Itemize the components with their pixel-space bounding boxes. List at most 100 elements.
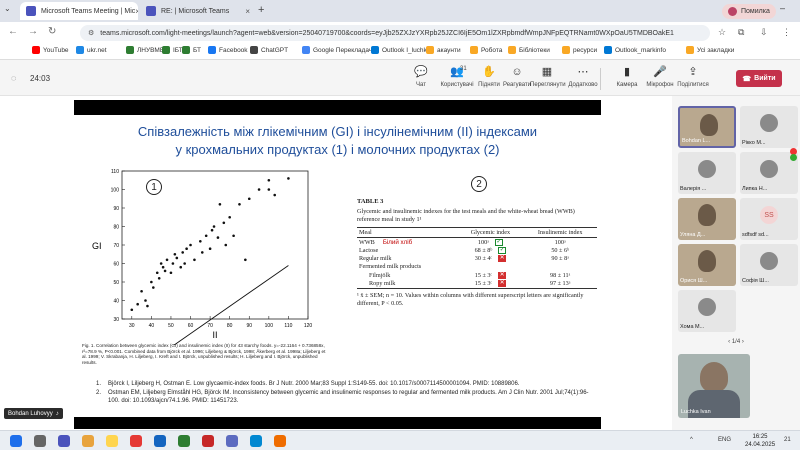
participant-video-large[interactable]: Luchka Ivan bbox=[678, 354, 750, 418]
participant-tile[interactable]: Валерія ... bbox=[678, 152, 736, 194]
wwb-annotation: Білий хліб bbox=[382, 238, 413, 246]
clock[interactable]: 16:25 24.04.2025 bbox=[745, 433, 775, 449]
teams-taskbar-icon[interactable] bbox=[226, 435, 238, 447]
data-point bbox=[146, 304, 149, 308]
powerpoint-icon[interactable] bbox=[202, 435, 214, 447]
participant-tile[interactable]: Софія Ш... bbox=[740, 244, 798, 286]
slide-letterbox-top bbox=[74, 100, 601, 115]
tray-chevron-icon[interactable]: ^ bbox=[690, 437, 693, 443]
minimize-icon[interactable]: – bbox=[780, 3, 785, 13]
data-point bbox=[144, 299, 147, 302]
bookmark-item[interactable]: ІБТ bbox=[162, 46, 183, 54]
back-icon[interactable]: ← bbox=[8, 26, 18, 37]
bookmark-item[interactable]: ресурси bbox=[562, 46, 597, 54]
more-button[interactable]: ⋯ Додатково bbox=[566, 66, 600, 88]
download-icon[interactable]: ⇩ bbox=[760, 27, 768, 38]
participant-tile[interactable]: Bohdan L... bbox=[678, 106, 736, 148]
bookmark-item[interactable]: ChatGPT bbox=[250, 46, 288, 54]
task-view-icon[interactable] bbox=[58, 435, 70, 447]
chrome-icon[interactable] bbox=[82, 435, 94, 447]
word-icon[interactable] bbox=[154, 435, 166, 447]
avatar bbox=[760, 160, 778, 178]
participant-name: sdfsdf sd... bbox=[742, 232, 769, 238]
bookmark-item[interactable]: ukr.net bbox=[76, 46, 107, 54]
participant-tile[interactable]: SS sdfsdf sd... bbox=[740, 198, 798, 240]
tab-title: RE: | Microsoft Teams bbox=[161, 7, 230, 15]
control-label: Переглянути bbox=[530, 82, 566, 88]
reference-text: Björck I, Liljeberg H, Ostman E. Low gly… bbox=[108, 381, 520, 387]
profile-error-button[interactable]: Помилка bbox=[722, 4, 776, 19]
tab-teams-meeting[interactable]: Microsoft Teams Meeting | Mic × bbox=[20, 2, 138, 20]
reload-icon[interactable]: ↻ bbox=[48, 26, 56, 37]
cross-icon: ✕ bbox=[498, 271, 507, 279]
share-button[interactable]: ⇪ Поділитися bbox=[676, 66, 710, 88]
camera-button[interactable]: ▮ Камера bbox=[610, 66, 644, 88]
bookmark-item[interactable]: Outlook I_luchka bbox=[371, 46, 430, 54]
participant-tile[interactable]: Уляна Д... bbox=[678, 198, 736, 240]
next-page-icon[interactable]: › bbox=[742, 339, 744, 345]
excel-icon[interactable] bbox=[178, 435, 190, 447]
glycemic-value: 100ᵃ bbox=[477, 238, 489, 246]
data-point bbox=[155, 271, 159, 275]
tab-teams-re[interactable]: RE: | Microsoft Teams × bbox=[140, 2, 256, 20]
notification-count[interactable]: 21 bbox=[784, 437, 791, 443]
bookmark-item[interactable]: БТ bbox=[182, 46, 201, 54]
extensions-icon[interactable]: ⧉ bbox=[738, 27, 744, 38]
react-button[interactable]: ☺ Реагувати bbox=[500, 66, 534, 88]
data-point bbox=[267, 188, 271, 191]
leave-button[interactable]: ☎ Вийти bbox=[736, 70, 782, 87]
clock-date: 24.04.2025 bbox=[745, 442, 776, 448]
leave-label: Вийти bbox=[754, 75, 776, 82]
bookmark-item[interactable]: акаунти bbox=[426, 46, 461, 54]
bookmark-item[interactable]: Google Перекладач bbox=[302, 46, 372, 54]
close-icon[interactable]: × bbox=[135, 7, 138, 16]
bookmark-label: Бібліотеки bbox=[519, 46, 550, 54]
participant-name: Рікко М... bbox=[742, 140, 766, 146]
search-icon[interactable] bbox=[34, 435, 46, 447]
data-point bbox=[179, 265, 183, 269]
app-icon[interactable] bbox=[274, 435, 286, 447]
column-header: Insulinemic index bbox=[523, 227, 597, 238]
data-point bbox=[136, 302, 139, 306]
participant-tile[interactable]: Хома М... bbox=[678, 290, 736, 332]
view-button[interactable]: ▦ Переглянути bbox=[530, 66, 566, 88]
table-footnote: ¹ x̄ ± SEM; n = 10. Values within column… bbox=[357, 291, 584, 307]
close-icon[interactable]: × bbox=[245, 7, 250, 16]
data-point bbox=[181, 251, 184, 254]
bookmark-item[interactable]: Усі закладки bbox=[686, 46, 734, 54]
bookmark-item[interactable]: Outlook_markinfo bbox=[604, 46, 666, 54]
bookmark-item[interactable]: YouTube bbox=[32, 46, 69, 54]
bookmark-label: акаунти bbox=[437, 46, 461, 54]
chat-button[interactable]: 💬 Чат bbox=[404, 66, 438, 88]
telegram-icon[interactable] bbox=[250, 435, 262, 447]
forward-icon[interactable]: → bbox=[28, 26, 38, 37]
language-indicator[interactable]: ENG bbox=[718, 437, 731, 443]
app-icon[interactable] bbox=[130, 435, 142, 447]
new-tab-button[interactable]: + bbox=[258, 4, 264, 16]
table-title: TABLE 3 bbox=[357, 198, 384, 205]
site-info-icon[interactable]: ⚙ bbox=[88, 29, 94, 37]
windows-start-icon[interactable] bbox=[10, 435, 22, 447]
url-text: teams.microsoft.com/light-meetings/launc… bbox=[100, 29, 674, 37]
control-label: Додатково bbox=[568, 82, 598, 88]
folder-icon[interactable] bbox=[106, 435, 118, 447]
participant-tile[interactable]: Рікко М... bbox=[740, 106, 798, 148]
bookmark-item[interactable]: Facebook bbox=[208, 46, 248, 54]
tab-search-icon[interactable]: ⌄ bbox=[4, 4, 11, 13]
bookmark-item[interactable]: Робота bbox=[470, 46, 502, 54]
bookmark-label: Facebook bbox=[219, 46, 248, 54]
bookmark-icon bbox=[604, 46, 612, 54]
mic-button[interactable]: 🎤 Мікрофон bbox=[643, 66, 677, 88]
y-tick-label: 80 bbox=[113, 224, 119, 230]
address-bar[interactable]: ⚙ teams.microsoft.com/light-meetings/lau… bbox=[80, 25, 710, 41]
data-point bbox=[189, 243, 192, 247]
participants-pager[interactable]: ‹ 1/4 › bbox=[672, 339, 800, 349]
x-tick-label: 40 bbox=[149, 323, 155, 329]
star-icon[interactable]: ☆ bbox=[718, 27, 726, 38]
menu-icon[interactable]: ⋮ bbox=[782, 27, 791, 38]
data-point bbox=[183, 262, 186, 265]
bookmark-item[interactable]: Бібліотеки bbox=[508, 46, 550, 54]
participant-name: Валерія ... bbox=[680, 186, 707, 192]
participant-tile[interactable]: Орися Ш... bbox=[678, 244, 736, 286]
people-button[interactable]: 31 👥 Користувачі bbox=[440, 66, 474, 88]
